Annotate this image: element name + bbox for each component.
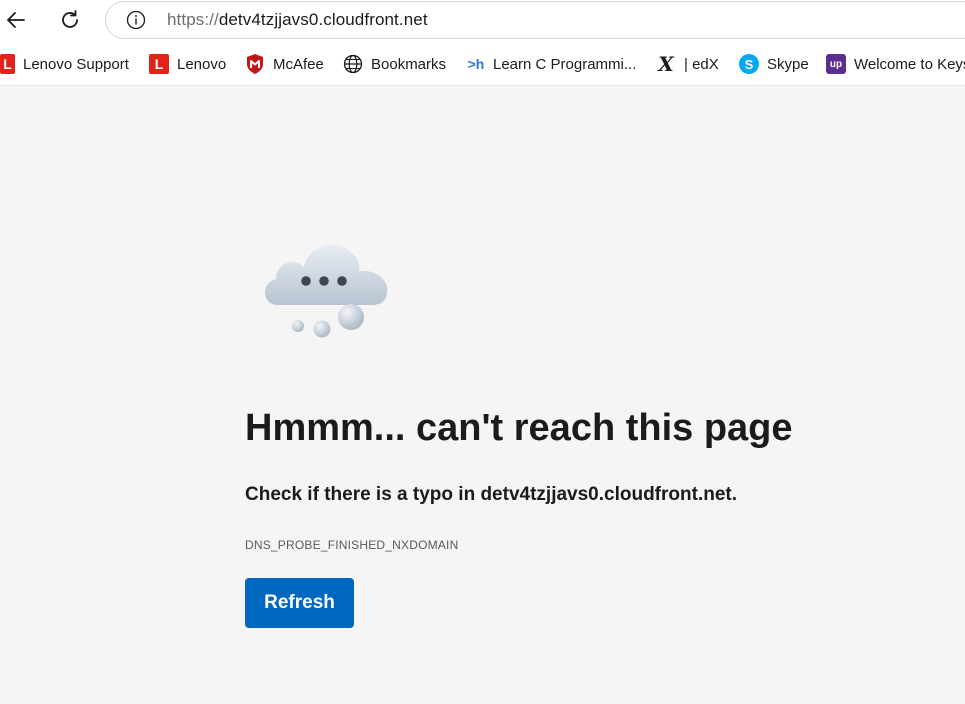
edx-icon: X [658, 52, 674, 76]
bookmark-label: Lenovo Support [23, 55, 129, 73]
skype-icon: S [739, 54, 759, 74]
cloud-icon [264, 244, 388, 338]
refresh-button[interactable]: Refresh [245, 578, 354, 628]
bookmark-label: McAfee [273, 55, 324, 73]
bookmark-bookmarks[interactable]: Bookmarks [343, 52, 446, 76]
bookmark-label: | edX [684, 55, 719, 73]
lenovo-icon: L [0, 54, 15, 74]
bookmark-label: Skype [767, 55, 809, 73]
bookmark-learn-c[interactable]: >h Learn C Programmi... [465, 52, 637, 76]
mcafee-icon [245, 54, 265, 74]
info-icon[interactable] [126, 10, 146, 30]
back-arrow-icon [7, 12, 25, 28]
error-page: Hmmm... can't reach this page Check if t… [0, 87, 965, 704]
url-host: detv4tzjjavs0.cloudfront.net [218, 10, 428, 29]
url-text[interactable]: https://detv4tzjjavs0.cloudfront.net [167, 10, 428, 30]
upgrad-icon: up [826, 54, 846, 74]
hackerrank-glyph: >h [467, 56, 485, 72]
bookmark-skype[interactable]: S Skype [739, 52, 809, 76]
bookmark-label: Bookmarks [371, 55, 447, 73]
url-scheme: https:// [167, 10, 219, 29]
bookmark-lenovo-support[interactable]: L Lenovo Support [0, 52, 129, 76]
bookmark-lenovo[interactable]: L Lenovo [149, 52, 226, 76]
back-button[interactable] [0, 4, 32, 36]
hackerrank-icon: >h [465, 54, 487, 74]
bookmark-label: Learn C Programmi... [493, 55, 637, 73]
error-message: Check if there is a typo in detv4tzjjavs… [245, 484, 737, 505]
bookmark-label: Welcome to Keys [854, 55, 965, 73]
bookmarks-bar: L Lenovo Support L Lenovo McAfee Bookmar… [0, 44, 965, 86]
reload-icon [62, 10, 78, 28]
bookmark-welcome-to-keys[interactable]: up Welcome to Keys [826, 52, 965, 76]
address-bar[interactable]: https://detv4tzjjavs0.cloudfront.net [105, 1, 965, 39]
reload-button[interactable] [54, 4, 86, 36]
error-headline: Hmmm... can't reach this page [245, 407, 793, 449]
browser-toolbar: https://detv4tzjjavs0.cloudfront.net [0, 0, 965, 44]
bookmark-label: Lenovo [177, 55, 227, 73]
error-code: DNS_PROBE_FINISHED_NXDOMAIN [245, 538, 459, 552]
bookmark-edx[interactable]: X | edX [656, 52, 719, 76]
bookmark-mcafee[interactable]: McAfee [245, 52, 324, 76]
lenovo-icon: L [149, 54, 169, 74]
globe-icon [343, 54, 363, 74]
